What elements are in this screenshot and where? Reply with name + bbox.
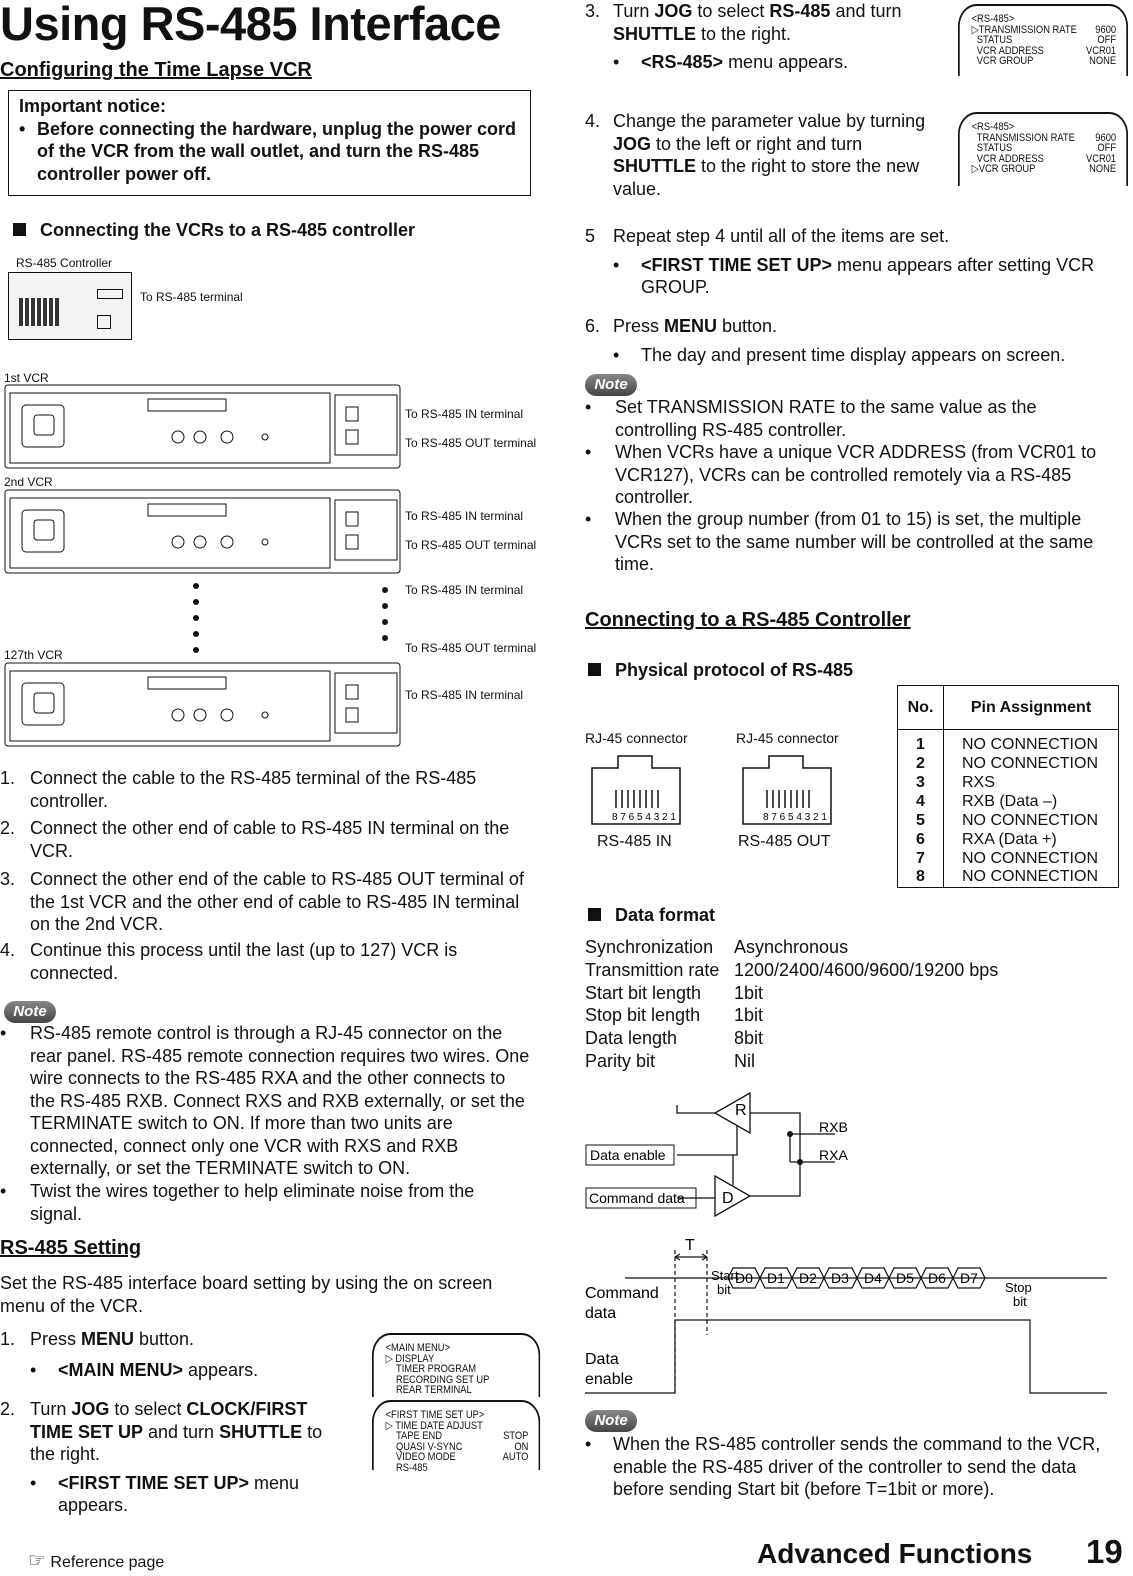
connect-controller-heading: Connecting to a RS-485 Controller bbox=[585, 609, 911, 631]
rj45-in: RJ-45 connector 8 7 6 5 4 3 2 1 RS-485 I… bbox=[585, 730, 688, 850]
svg-text:bit: bit bbox=[717, 1282, 731, 1297]
svg-text:enable: enable bbox=[585, 1371, 633, 1388]
bit-label: D1 bbox=[767, 1270, 785, 1286]
osd-item: TAPE END STOP bbox=[385, 1430, 529, 1442]
osd-item: STATUS OFF bbox=[971, 34, 1117, 46]
subheading: Connecting the VCRs to a RS-485 controll… bbox=[13, 220, 415, 241]
note-item: • RS-485 remote control is through a RJ-4… bbox=[0, 1023, 530, 1178]
connect-step: 3. Connect the other end of the cable to … bbox=[0, 869, 524, 934]
bit-label: D7 bbox=[960, 1270, 978, 1286]
vcr-panels bbox=[4, 384, 401, 747]
connect-step: 2. Connect the other end of cable to RS-4… bbox=[0, 818, 510, 861]
page-title: Using RS-485 Interface bbox=[0, 0, 501, 50]
note-item: • When VCRs have a unique VCR ADDRESS (fr… bbox=[585, 442, 1097, 507]
pin-row: 8 NO CONNECTION bbox=[897, 868, 1119, 887]
pin-row: 4 RXB (Data –) bbox=[897, 792, 1119, 811]
note-badge: Note bbox=[585, 1410, 637, 1432]
osd-item: RS-485 bbox=[385, 1461, 428, 1474]
pin-row: 7 NO CONNECTION bbox=[897, 849, 1119, 868]
connect-step: 4. Continue this process until the last (… bbox=[0, 940, 458, 983]
t-label: T bbox=[685, 1237, 695, 1254]
receiver-label: R bbox=[735, 1102, 747, 1119]
rs485-circuit-diagram: R D RXB RXA Data enable Command data bbox=[585, 1091, 848, 1218]
svg-text:8 7 6 5 4 3 2 1: 8 7 6 5 4 3 2 1 bbox=[763, 812, 827, 823]
note-item: • Twist the wires together to help elimin… bbox=[0, 1181, 475, 1224]
notice-text: • Before connecting the hardware, unplug … bbox=[19, 118, 517, 184]
note-badge: Note bbox=[585, 374, 637, 396]
setting-step-4: 4. Change the parameter value by turning … bbox=[585, 111, 926, 199]
setting-step-6: 6. Press MENU button. • The day and presen… bbox=[585, 316, 1066, 365]
bit-label: D3 bbox=[831, 1270, 849, 1286]
important-notice-box: Important notice: • Before connecting the… bbox=[8, 90, 531, 196]
vcr-rear-panel bbox=[4, 384, 401, 469]
note-item: • Set TRANSMISSION RATE to the same value… bbox=[585, 397, 1037, 440]
rs485-setting-heading: RS-485 Setting bbox=[0, 1237, 142, 1259]
rj45-out: RJ-45 connector 8 7 6 5 4 3 2 1 RS-485 O… bbox=[736, 730, 839, 850]
reference-page[interactable]: ☞ Reference page bbox=[28, 1548, 164, 1573]
osd-item: VIDEO MODE AUTO bbox=[385, 1451, 529, 1463]
driver-label: D bbox=[722, 1190, 734, 1207]
command-data-label: Command data bbox=[589, 1190, 685, 1206]
osd-rs485-2: <RS-485> TRANSMISSION RATE 9600 STATUS OFF… bbox=[958, 112, 1128, 186]
note-item: • When the group number (from 01 to 15) i… bbox=[585, 509, 1094, 574]
osd-item: STATUS OFF bbox=[971, 142, 1117, 154]
setting-step-3: 3. Turn JOG to select RS-485 and turn SHU… bbox=[585, 1, 902, 72]
data-enable-label: Data enable bbox=[590, 1147, 666, 1163]
pin-row: 6 RXA (Data +) bbox=[897, 830, 1119, 849]
pin-row: 5 NO CONNECTION bbox=[897, 811, 1119, 830]
svg-text:bit: bit bbox=[1013, 1294, 1027, 1309]
osd-item: VCR GROUP NONE bbox=[971, 55, 1117, 67]
svg-text:Data: Data bbox=[585, 1351, 619, 1368]
final-note: • When the RS-485 controller sends the co… bbox=[585, 1434, 1101, 1499]
pin-assignment-table: No. Pin Assignment 1 NO CONNECTION 2 NO CONN… bbox=[897, 685, 1119, 888]
osd-item: TIMER PROGRAM bbox=[385, 1363, 476, 1375]
svg-text:data: data bbox=[585, 1305, 616, 1322]
svg-text:Stop: Stop bbox=[1005, 1280, 1032, 1295]
pin-row: 2 NO CONNECTION bbox=[897, 754, 1119, 773]
section-heading: Configuring the Time Lapse VCR bbox=[0, 59, 312, 81]
bit-label: D4 bbox=[864, 1270, 882, 1286]
setting-intro: Set the RS-485 interface board setting b… bbox=[0, 1273, 493, 1316]
note-badge: Note bbox=[4, 1001, 56, 1023]
footer-section: Advanced Functions bbox=[757, 1538, 1033, 1569]
pin-row: 1 NO CONNECTION bbox=[897, 729, 1119, 754]
data-format-heading: Data format bbox=[588, 905, 715, 926]
osd-item: REAR TERMINAL bbox=[385, 1384, 472, 1396]
osd-rs485-1: <RS-485> ▷TRANSMISSION RATE 9600 STATUS OFF… bbox=[958, 4, 1128, 76]
connect-step: 1. Connect the cable to the RS-485 termin… bbox=[0, 768, 477, 811]
setting-step-1: 1. Press MENU button. • <MAIN MENU> appear… bbox=[0, 1329, 259, 1380]
timing-diagram: T Startbit Stopbit Commanddata Dataenabl… bbox=[585, 1237, 1107, 1394]
physical-protocol-heading: Physical protocol of RS-485 bbox=[588, 660, 853, 681]
rxb-label: RXB bbox=[819, 1119, 848, 1135]
setting-step-2: 2. Turn JOG to select CLOCK/FIRST TIME SE… bbox=[0, 1399, 323, 1515]
osd-main-menu: <MAIN MENU> ▷ DISPLAY TIMER PROGRAM RECO… bbox=[372, 1333, 541, 1397]
pointing-hand-icon: ☞ bbox=[28, 1550, 46, 1572]
bit-label: D5 bbox=[896, 1270, 914, 1286]
vcr-rear-panel bbox=[4, 489, 401, 574]
vcr-rear-panel bbox=[4, 662, 401, 747]
rxa-label: RXA bbox=[819, 1147, 848, 1163]
osd-first-time-setup: <FIRST TIME SET UP> ▷ TIME DATE ADJUST T… bbox=[372, 1400, 541, 1473]
bit-label: D2 bbox=[799, 1270, 817, 1286]
page-number: 19 bbox=[1086, 1533, 1123, 1570]
notice-title: Important notice: bbox=[19, 96, 166, 116]
svg-text:Command: Command bbox=[585, 1285, 659, 1302]
svg-text:8 7 6 5 4 3 2 1: 8 7 6 5 4 3 2 1 bbox=[612, 812, 676, 823]
setting-step-5: 5 Repeat step 4 until all of the items ar… bbox=[585, 226, 1095, 297]
bit-label: D0 bbox=[735, 1270, 753, 1286]
pin-row: 3 RXS bbox=[897, 773, 1119, 792]
connection-diagram: RS-485 Controller To RS-485 terminal 1st… bbox=[0, 250, 545, 750]
osd-item: ▷VCR GROUP NONE bbox=[971, 163, 1117, 175]
bit-label: D6 bbox=[928, 1270, 946, 1286]
